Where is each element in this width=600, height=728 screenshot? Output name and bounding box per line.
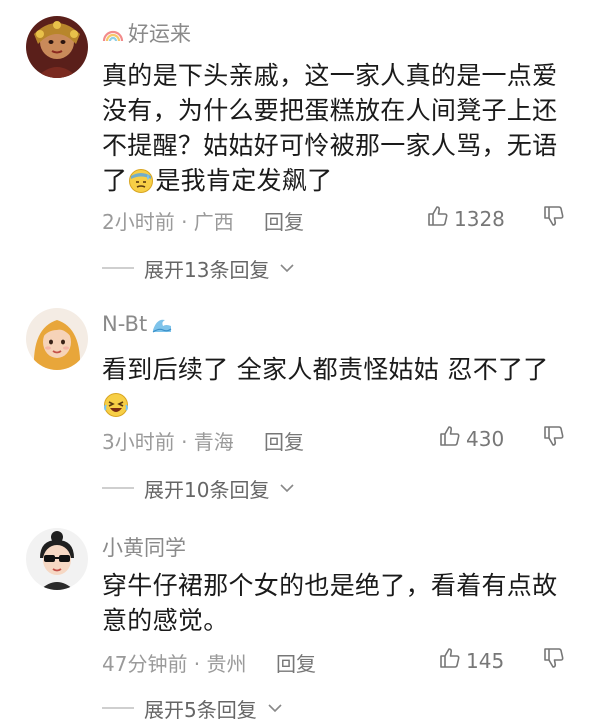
- comment-text-part: 看到后续了 全家人都责怪姑姑 忍不了了: [102, 355, 549, 384]
- thumbs-down-icon: [542, 648, 566, 675]
- time-location: 47分钟前 · 贵州: [102, 652, 247, 676]
- comment-text: 真的是下头亲戚，这一家人真的是一点爱没有，为什么要把蛋糕放在人间凳子上还不提醒？…: [102, 58, 572, 198]
- like-button[interactable]: 1328: [426, 204, 505, 233]
- wave-icon: [151, 314, 173, 334]
- avatar[interactable]: [26, 308, 88, 370]
- time-location: 2小时前 · 广西: [102, 210, 234, 234]
- reply-button[interactable]: 回复: [264, 426, 304, 455]
- divider: [102, 707, 134, 709]
- dislike-button[interactable]: [542, 646, 566, 675]
- username[interactable]: 小黄同学: [102, 532, 186, 562]
- sweat-face-emoji: [128, 168, 154, 194]
- reply-button[interactable]: 回复: [264, 206, 304, 235]
- like-button[interactable]: 430: [438, 424, 504, 453]
- expand-replies-label: 展开5条回复: [144, 697, 257, 722]
- expand-replies[interactable]: 展开10条回复: [102, 474, 295, 502]
- thumbs-up-icon: [426, 204, 450, 233]
- reply-button[interactable]: 回复: [276, 648, 316, 677]
- like-button[interactable]: 145: [438, 646, 504, 675]
- expand-replies[interactable]: 展开13条回复: [102, 254, 295, 282]
- divider: [102, 267, 134, 269]
- expand-replies[interactable]: 展开5条回复: [102, 694, 283, 722]
- dislike-button[interactable]: [542, 424, 566, 453]
- expand-replies-label: 展开13条回复: [144, 257, 270, 282]
- thumbs-down-icon: [542, 206, 566, 233]
- thumbs-up-icon: [438, 424, 462, 453]
- time-location: 3小时前 · 青海: [102, 430, 234, 454]
- comment-text: 穿牛仔裙那个女的也是绝了，看着有点故意的感觉。: [102, 568, 572, 638]
- username-label: N-Bt: [102, 312, 148, 336]
- expand-replies-label: 展开10条回复: [144, 477, 270, 502]
- avatar[interactable]: [26, 16, 88, 78]
- chevron-down-icon: [279, 482, 295, 494]
- chevron-down-icon: [267, 702, 283, 714]
- like-count: 1328: [454, 206, 505, 231]
- comment-text-part: 穿牛仔裙那个女的也是绝了，看着有点故意的感觉。: [102, 571, 558, 635]
- comment-text: 看到后续了 全家人都责怪姑姑 忍不了了: [102, 352, 572, 422]
- username[interactable]: 好运来: [102, 18, 191, 48]
- comment-meta: 47分钟前 · 贵州 回复 145: [102, 646, 572, 676]
- dislike-button[interactable]: [542, 204, 566, 233]
- thumbs-up-icon: [438, 646, 462, 675]
- chevron-down-icon: [279, 262, 295, 274]
- comment-text-part: 是我肯定发飙了: [155, 166, 333, 195]
- divider: [102, 487, 134, 489]
- rainbow-icon: [102, 23, 124, 43]
- avatar[interactable]: [26, 528, 88, 590]
- thumbs-down-icon: [542, 426, 566, 453]
- like-count: 145: [466, 648, 505, 673]
- comment-meta: 3小时前 · 青海 回复 430: [102, 424, 572, 454]
- username[interactable]: N-Bt: [102, 312, 173, 336]
- like-count: 430: [466, 426, 505, 451]
- laughing-face-emoji: [103, 392, 129, 418]
- username-label: 好运来: [128, 22, 191, 46]
- username-label: 小黄同学: [102, 536, 186, 560]
- comment-meta: 2小时前 · 广西 回复 1328: [102, 204, 572, 234]
